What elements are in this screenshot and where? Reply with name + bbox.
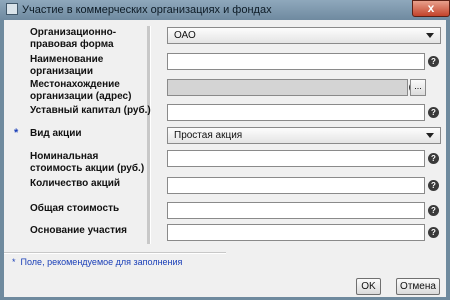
footnote-text: Поле, рекомендуемое для заполнения <box>20 257 183 267</box>
share-count-field[interactable] <box>167 177 425 194</box>
nominal-value-field[interactable] <box>167 150 425 167</box>
browse-address-button[interactable]: ... <box>410 79 426 96</box>
charter-capital-label: Уставный капитал (руб.) <box>30 105 151 116</box>
window-title: Участие в коммерческих организациях и фо… <box>22 4 272 16</box>
help-icon[interactable]: ? <box>428 205 439 216</box>
total-value-field[interactable] <box>167 202 425 219</box>
footnote-mark: * <box>12 257 16 267</box>
share-type-label: Вид акции <box>30 128 82 139</box>
share-type-value: Простая акция <box>174 130 243 141</box>
app-icon <box>6 3 18 15</box>
address-label: Местонахождение организации (адрес) <box>30 79 132 102</box>
org-form-select[interactable]: ОАО <box>167 27 441 44</box>
org-form-value: ОАО <box>174 30 196 41</box>
share-type-select[interactable]: Простая акция <box>167 127 441 144</box>
required-mark: * <box>14 127 19 139</box>
basis-field[interactable] <box>167 224 425 241</box>
help-icon[interactable]: ? <box>428 56 439 67</box>
close-button[interactable]: x <box>412 0 450 17</box>
help-icon[interactable]: ? <box>428 180 439 191</box>
share-count-label: Количество акций <box>30 178 121 189</box>
ok-button[interactable]: OK <box>356 278 381 295</box>
horizontal-divider <box>4 252 226 254</box>
help-icon[interactable]: ? <box>428 107 439 118</box>
basis-label: Основание участия <box>30 225 127 236</box>
charter-capital-field[interactable] <box>167 104 425 121</box>
org-name-field[interactable] <box>167 53 425 70</box>
title-bar: Участие в коммерческих организациях и фо… <box>0 0 450 20</box>
chevron-down-icon <box>426 133 434 138</box>
chevron-down-icon <box>426 33 434 38</box>
address-field <box>167 79 408 96</box>
footnote: * Поле, рекомендуемое для заполнения <box>12 257 182 267</box>
help-icon[interactable]: ? <box>428 227 439 238</box>
cancel-button[interactable]: Отмена <box>396 278 440 295</box>
org-form-label: Организационно-правовая форма <box>30 27 117 50</box>
dialog-body: Организационно-правовая форма ОАО Наимен… <box>4 20 446 297</box>
org-name-label: Наименование организации <box>30 54 104 77</box>
help-icon[interactable]: ? <box>428 153 439 164</box>
nominal-value-label: Номинальная стоимость акции (руб.) <box>30 151 145 174</box>
total-value-label: Общая стоимость <box>30 203 120 214</box>
